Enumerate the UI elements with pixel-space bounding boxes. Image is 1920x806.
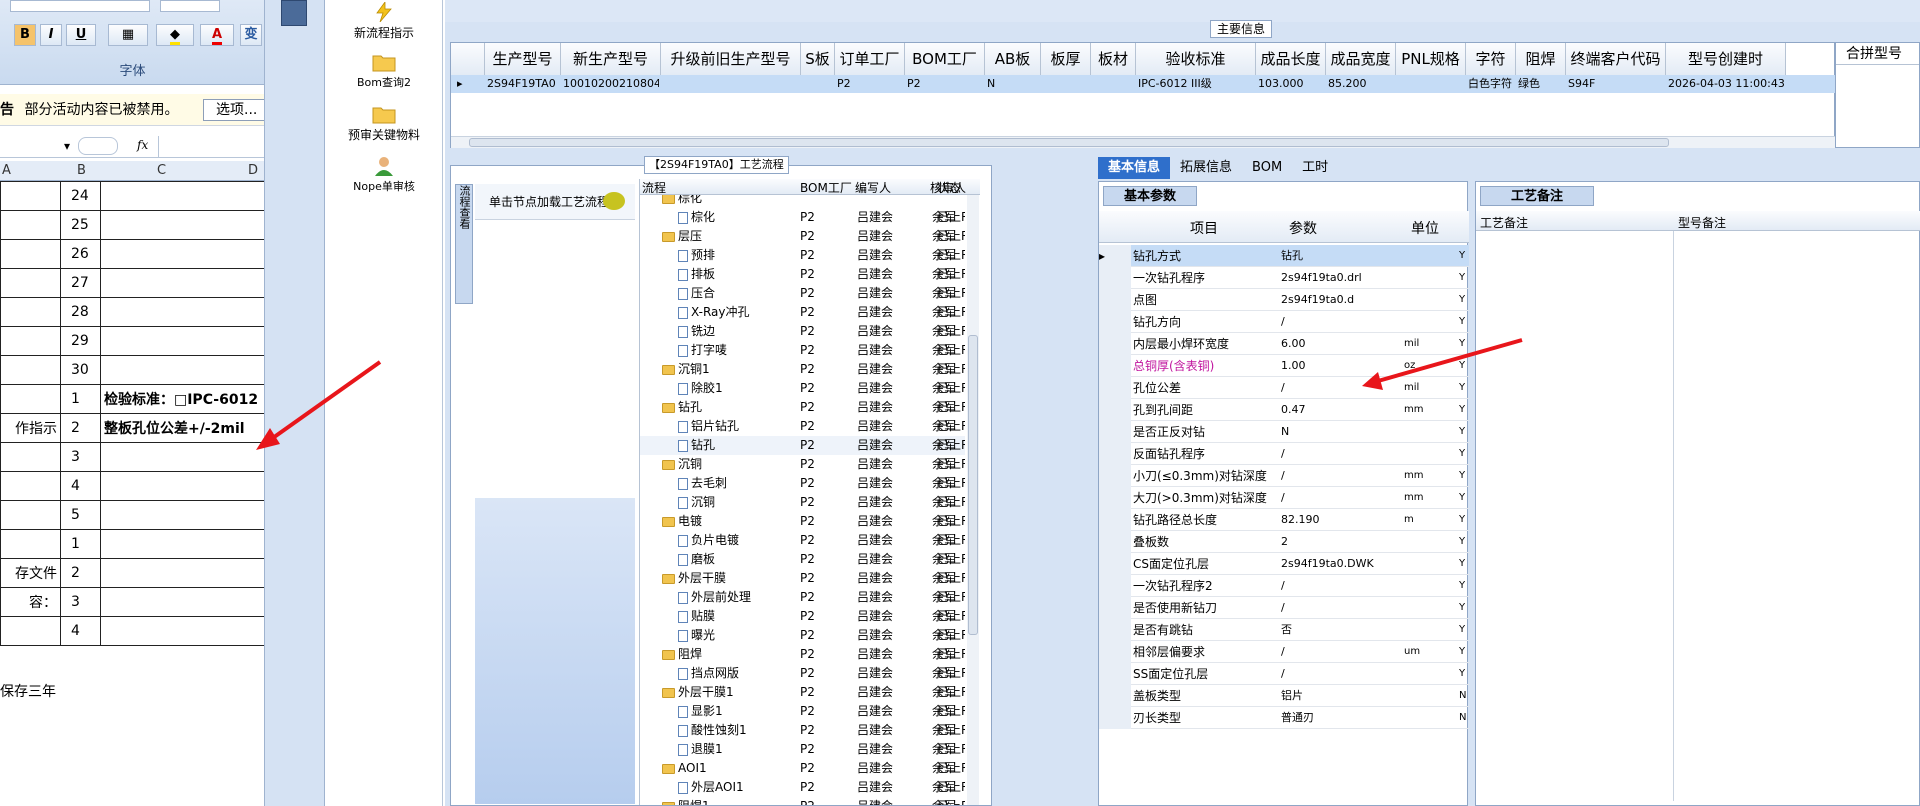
arrow-annotation-left (256, 360, 382, 450)
annotation-arrows (256, 338, 1523, 450)
arrow-annotation-right (1362, 338, 1523, 390)
